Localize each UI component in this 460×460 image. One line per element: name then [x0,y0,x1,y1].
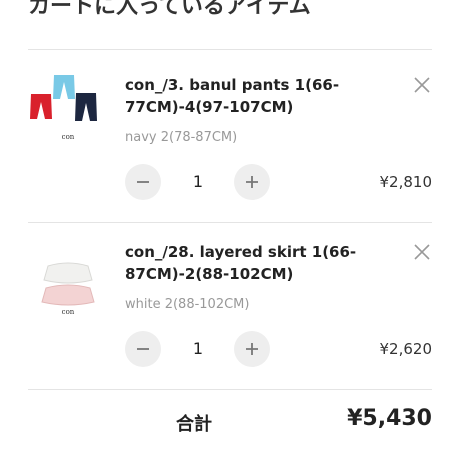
item-title[interactable]: con_/28. layered skirt 1(66-87CM)-2(88-1… [125,241,365,285]
remove-item-button[interactable] [412,75,432,95]
cart-heading: カートに入っているアイテム [28,0,311,19]
decrease-quantity-button[interactable] [125,331,161,367]
minus-icon [137,181,149,183]
decrease-quantity-button[interactable] [125,164,161,200]
item-title[interactable]: con_/3. banul pants 1(66-77CM)-4(97-107C… [125,74,365,118]
remove-item-button[interactable] [412,242,432,262]
close-icon [414,77,430,93]
divider [28,389,432,390]
product-thumbnail[interactable]: con [28,236,108,316]
total-value: ¥5,430 [347,406,432,431]
quantity-value: 1 [192,172,204,191]
cart-item: con con_/28. layered skirt 1(66-87CM)-2(… [28,216,432,386]
plus-icon [246,176,258,188]
thumbnail-caption: con [62,133,75,141]
increase-quantity-button[interactable] [234,164,270,200]
item-variant: white 2(88-102CM) [125,297,250,312]
minus-icon [137,348,149,350]
skirt-image: con [41,262,95,316]
item-price: ¥2,810 [379,173,433,191]
item-price: ¥2,620 [379,340,433,358]
total-label: 合計 [176,414,212,435]
increase-quantity-button[interactable] [234,331,270,367]
close-icon [414,244,430,260]
product-thumbnail[interactable]: con [28,69,108,149]
item-variant: navy 2(78-87CM) [125,130,238,145]
thumbnail-caption: con [62,308,75,316]
cart-page: カートに入っているアイテム con con_/3. banul pants 1(… [0,0,460,460]
pants-image: con [30,75,97,141]
plus-icon [246,343,258,355]
cart-item: con con_/3. banul pants 1(66-77CM)-4(97-… [28,49,432,219]
quantity-value: 1 [192,339,204,358]
